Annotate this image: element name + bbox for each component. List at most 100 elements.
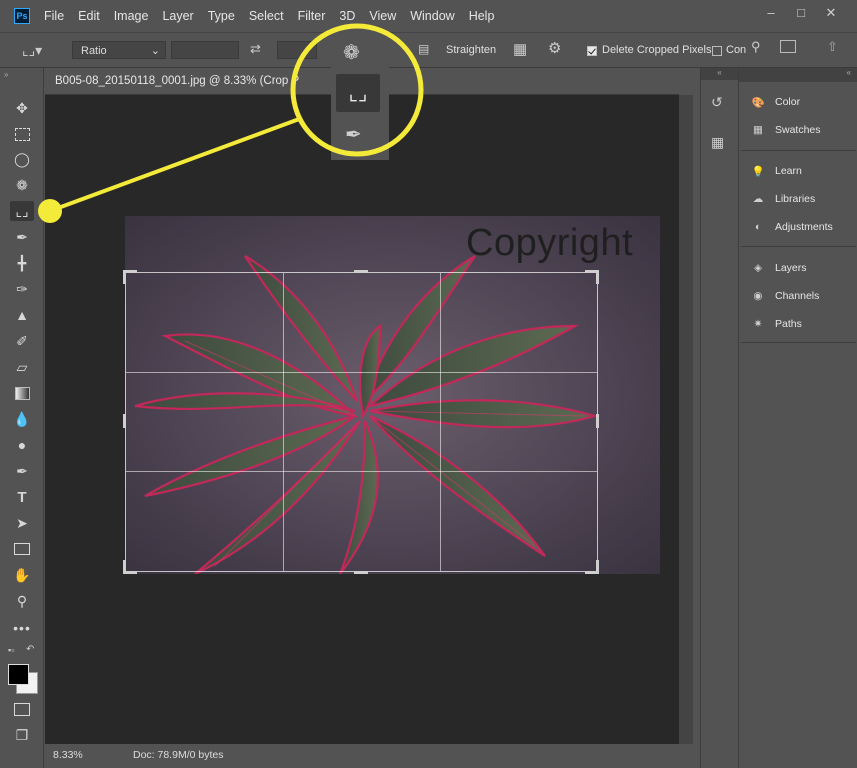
crop-grid-line: [126, 372, 597, 373]
doc-info[interactable]: Doc: 78.9M/0 bytes: [133, 749, 223, 761]
collapse-icon[interactable]: «: [847, 68, 851, 77]
panel-adjustments[interactable]: ◐ Adjustments: [749, 217, 833, 237]
document-title: B005-08_20150118_0001.jpg @ 8.33% (Crop …: [55, 75, 300, 87]
status-bar: 8.33% Doc: 78.9M/0 bytes: [45, 744, 679, 766]
ratio-width-input[interactable]: [171, 41, 239, 59]
eyedropper-tool-icon: ✒: [345, 124, 362, 146]
hand-tool-icon[interactable]: ✋: [10, 565, 34, 585]
crop-handle-top[interactable]: [354, 270, 368, 273]
vertical-scrollbar[interactable]: [679, 95, 693, 744]
minimize-icon[interactable]: –: [763, 6, 779, 20]
photoshop-logo: Ps: [14, 8, 30, 24]
delete-cropped-label: Delete Cropped Pixels: [602, 44, 712, 56]
menu-3d[interactable]: 3D: [339, 9, 355, 23]
menu-select[interactable]: Select: [249, 9, 284, 23]
divider: [741, 150, 856, 151]
default-colors-icon[interactable]: ▪▫: [8, 645, 14, 655]
quick-mask-icon[interactable]: [10, 699, 34, 719]
panel-swatches[interactable]: ▦ Swatches: [749, 120, 821, 140]
panel-header: «: [739, 68, 857, 82]
screen-mode-icon[interactable]: ❐: [10, 725, 34, 745]
menu-window[interactable]: Window: [410, 9, 454, 23]
foreground-color-swatch[interactable]: [8, 664, 29, 685]
healing-tool-icon[interactable]: ╋: [10, 253, 34, 273]
divider: [741, 342, 856, 343]
straighten-label[interactable]: Straighten: [446, 41, 496, 59]
crop-handle-left[interactable]: [123, 414, 126, 428]
eyedropper-tool-icon[interactable]: ✒: [10, 227, 34, 247]
menu-file[interactable]: File: [44, 9, 64, 23]
marquee-tool-icon[interactable]: [10, 124, 34, 144]
close-icon[interactable]: ✕: [823, 6, 839, 20]
crop-handle-top-right[interactable]: [596, 270, 599, 284]
lasso-tool-icon[interactable]: ◯: [10, 149, 34, 169]
panel-libraries[interactable]: ☁ Libraries: [749, 189, 816, 209]
type-tool-icon[interactable]: T: [10, 487, 34, 507]
menu-bar: Ps File Edit Image Layer Type Select Fil…: [0, 0, 857, 32]
panel-learn[interactable]: 💡 Learn: [749, 161, 801, 181]
history-icon[interactable]: ↺: [711, 94, 723, 111]
paths-icon: ✷: [753, 318, 763, 330]
eraser-tool-icon[interactable]: ▱: [10, 357, 34, 377]
restore-icon[interactable]: □: [793, 6, 809, 20]
menu-filter[interactable]: Filter: [298, 9, 326, 23]
panel-icon-column: « ↺ ▦: [700, 68, 738, 768]
menu-edit[interactable]: Edit: [78, 9, 100, 23]
crop-handle-right[interactable]: [596, 414, 599, 428]
channels-icon: ◉: [753, 290, 763, 302]
panel-paths[interactable]: ✷ Paths: [749, 314, 802, 334]
crop-tool-icon[interactable]: ⌞⌟: [10, 201, 34, 221]
move-tool-icon[interactable]: ✥: [10, 98, 34, 118]
menu-help[interactable]: Help: [469, 9, 495, 23]
panel-channels[interactable]: ◉ Channels: [749, 286, 819, 306]
swatches-icon: ▦: [753, 124, 763, 136]
gear-icon[interactable]: ⚙: [548, 39, 561, 57]
search-icon[interactable]: ⚲: [751, 39, 761, 55]
crop-handle-bottom-left[interactable]: [123, 560, 126, 574]
crop-box[interactable]: [125, 272, 598, 572]
blur-tool-icon[interactable]: 💧: [10, 409, 34, 429]
pen-tool-icon[interactable]: ✒: [10, 461, 34, 481]
rectangle-tool-icon[interactable]: [10, 539, 34, 559]
content-aware-label: Con: [726, 44, 747, 56]
path-selection-tool-icon[interactable]: ➤: [10, 513, 34, 533]
gradient-tool-icon[interactable]: [10, 383, 34, 403]
options-bar: ⌞⌟▾ Ratio ⌄ ⇄ ▤ Straighten ▦ ⚙ Delete Cro…: [0, 32, 857, 68]
stamp-tool-icon[interactable]: ▲: [10, 305, 34, 325]
zoom-level[interactable]: 8.33%: [53, 749, 83, 761]
straighten-icon[interactable]: ▤: [418, 42, 429, 56]
share-icon[interactable]: ⇧: [827, 39, 838, 55]
delete-cropped-checkbox[interactable]: [587, 41, 597, 56]
crop-tool-icon: ⌞⌟: [336, 74, 380, 112]
overlay-grid-icon[interactable]: ▦: [513, 40, 527, 58]
crop-handle-bottom[interactable]: [354, 571, 368, 574]
layers-icon: ◈: [753, 262, 763, 274]
collapse-icon[interactable]: «: [701, 68, 738, 80]
menu-type[interactable]: Type: [208, 9, 235, 23]
menu-layer[interactable]: Layer: [162, 9, 193, 23]
crop-handle-bottom-right[interactable]: [596, 560, 599, 574]
history-brush-tool-icon[interactable]: ✐: [10, 331, 34, 351]
ratio-select[interactable]: Ratio ⌄: [72, 41, 166, 59]
menu-view[interactable]: View: [369, 9, 396, 23]
crop-preset-icon[interactable]: ⌞⌟▾: [22, 42, 42, 59]
dodge-tool-icon[interactable]: ●: [10, 435, 34, 455]
menu-image[interactable]: Image: [114, 9, 149, 23]
panel-color[interactable]: 🎨 Color: [749, 92, 800, 112]
swap-colors-icon[interactable]: ↶: [26, 644, 34, 655]
more-tools-icon[interactable]: •••: [10, 618, 34, 638]
collapse-icon[interactable]: »: [4, 70, 8, 79]
quick-selection-tool-icon[interactable]: ❁: [10, 175, 34, 195]
crop-grid-line: [440, 273, 441, 571]
panel-layers[interactable]: ◈ Layers: [749, 258, 807, 278]
magnified-tools: ❁ ⌞⌟ ✒: [331, 30, 389, 160]
zoom-tool-icon[interactable]: ⚲: [10, 591, 34, 611]
brush-tool-icon[interactable]: ✑: [10, 279, 34, 299]
libraries-icon: ☁: [752, 193, 764, 205]
crop-handle-top-left[interactable]: [123, 270, 126, 284]
content-aware-checkbox[interactable]: [712, 41, 722, 56]
swap-ratio-icon[interactable]: ⇄: [250, 41, 261, 57]
ratio-height-input[interactable]: [277, 41, 317, 59]
properties-icon[interactable]: ▦: [711, 134, 724, 151]
workspace-icon[interactable]: [780, 40, 796, 53]
